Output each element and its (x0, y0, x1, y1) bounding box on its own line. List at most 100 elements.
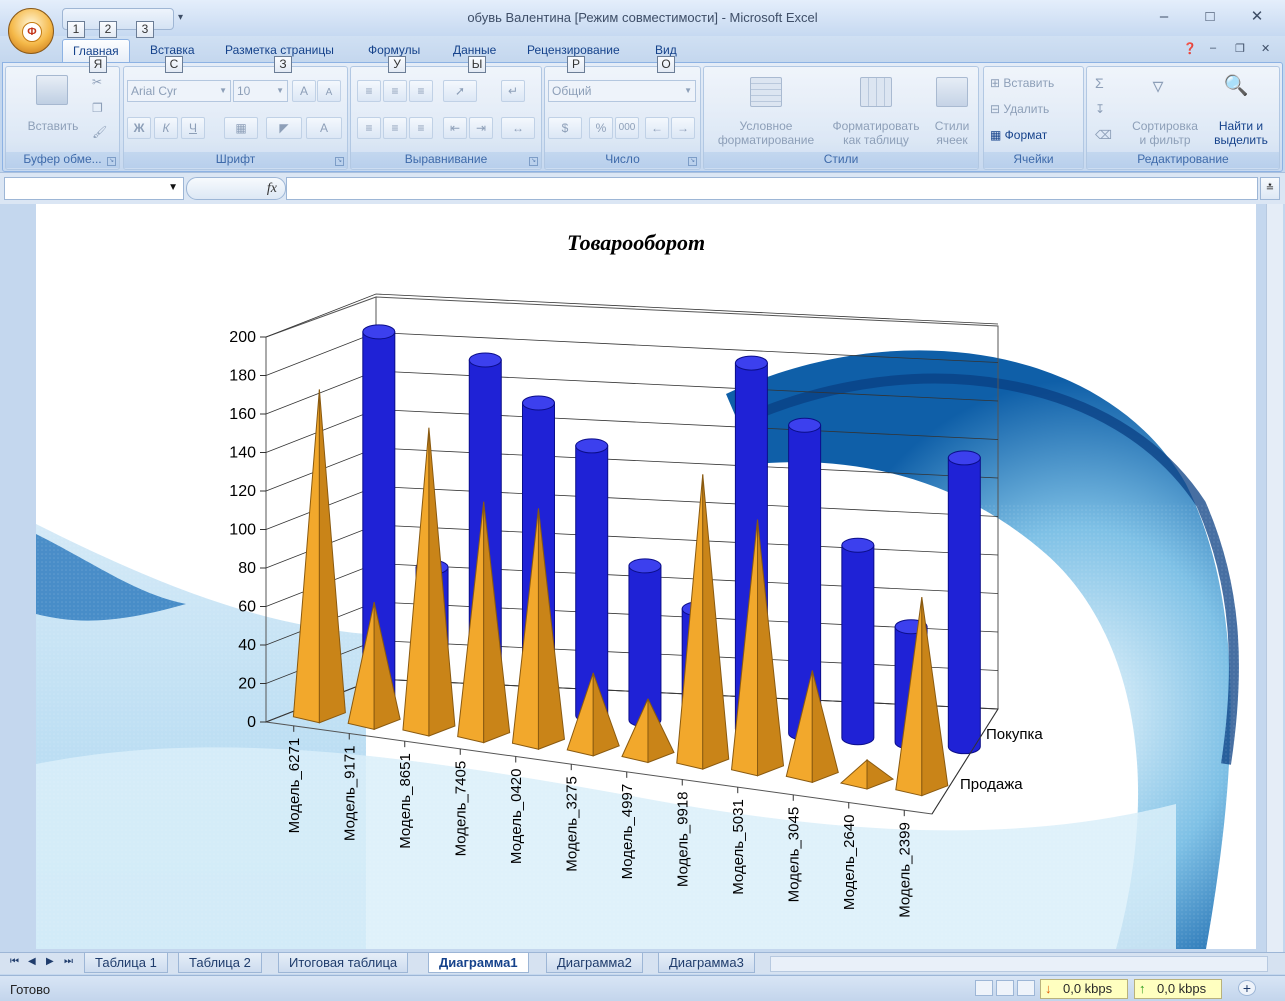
last-sheet-icon[interactable]: ⏭ (64, 956, 73, 967)
normal-view-button[interactable] (975, 980, 993, 996)
page-break-view-button[interactable] (1017, 980, 1035, 996)
cut-icon[interactable]: ✂ (92, 75, 102, 89)
delete-cells-button[interactable]: ⊟ Удалить (990, 102, 1080, 116)
help-icon[interactable]: ❓ (1183, 42, 1197, 55)
doc-close-button[interactable]: ✕ (1261, 42, 1270, 55)
tab-formulas[interactable]: Формулы (368, 43, 420, 57)
vertical-scrollbar[interactable] (1266, 204, 1283, 952)
close-button[interactable]: ✕ (1240, 6, 1274, 28)
grow-font-button[interactable]: A (292, 80, 316, 102)
merge-center-button[interactable]: ↔ (501, 117, 535, 139)
align-right-button[interactable]: ≡ (409, 117, 433, 139)
cell-styles-button[interactable]: Стили ячеек (926, 119, 978, 147)
conditional-formatting-icon (750, 77, 782, 107)
number-format-value: Общий (552, 84, 592, 98)
tab-review[interactable]: Рецензирование (527, 43, 620, 57)
tab-page-layout[interactable]: Разметка страницы (225, 43, 334, 57)
currency-button[interactable]: $ (548, 117, 582, 139)
clipboard-launcher-icon[interactable]: ↘ (107, 157, 116, 166)
borders-button[interactable]: ▦ (224, 117, 258, 139)
number-format-box[interactable]: Общий ▼ (548, 80, 696, 102)
fill-color-button[interactable]: ◤ (266, 117, 302, 139)
decrease-decimal-button[interactable]: → (671, 117, 695, 139)
office-button[interactable]: Ф (8, 8, 54, 54)
series-label-sell: Продажа (960, 776, 1023, 793)
minimize-button[interactable]: – (1147, 6, 1181, 28)
ribbon: Вставить ✂ ❐ 🖌 Буфер обме... ↘ Arial Cyr… (2, 62, 1283, 172)
format-painter-icon[interactable]: 🖌 (92, 125, 107, 139)
number-launcher-icon[interactable]: ↘ (688, 157, 697, 166)
cylinder-top (628, 558, 662, 574)
find-select-button[interactable]: Найти и выделить (1203, 119, 1279, 147)
sheet-tab-table2[interactable]: Таблица 2 (178, 953, 262, 973)
font-size-box[interactable]: 10 ▼ (233, 80, 288, 102)
sheet-tab-chart1[interactable]: Диаграмма1 (428, 953, 529, 973)
tab-view[interactable]: Вид (655, 43, 677, 57)
sheet-tab-chart2[interactable]: Диаграмма2 (546, 953, 643, 973)
align-bottom-button[interactable]: ≡ (409, 80, 433, 102)
format-cells-label: Формат (1004, 128, 1048, 142)
y-tick-label: 160 (229, 406, 256, 423)
fx-icon: fx (266, 181, 277, 196)
increase-indent-button[interactable]: ⇥ (469, 117, 493, 139)
upload-arrow-icon: ↑ (1139, 981, 1146, 996)
expand-formula-bar-button[interactable]: ≛ (1260, 177, 1280, 200)
alignment-launcher-icon[interactable]: ↘ (529, 157, 538, 166)
paste-button[interactable]: Вставить (20, 119, 86, 133)
next-sheet-icon[interactable]: ▶ (46, 956, 54, 967)
group-editing: Σ ↧ ⌫ ▿ Сортировка и фильтр 🔍 Найти и выде… (1086, 66, 1280, 170)
autosum-label: Σ (1095, 75, 1104, 91)
y-tick-label: 20 (238, 676, 256, 693)
sheet-tab-chart3[interactable]: Диаграмма3 (658, 953, 755, 973)
wrap-text-button[interactable]: ↵ (501, 80, 525, 102)
keytip-insert: С (165, 56, 183, 73)
name-box[interactable]: ▼ (4, 177, 184, 200)
underline-button[interactable]: Ч (181, 117, 205, 139)
horizontal-scrollbar[interactable] (770, 956, 1268, 972)
format-as-table-button[interactable]: Форматировать как таблицу (826, 119, 926, 147)
category-label: Модель_7405 (452, 761, 469, 857)
conditional-formatting-button[interactable]: Условное форматирование (706, 119, 826, 147)
maximize-button[interactable]: □ (1193, 6, 1227, 28)
thousands-button[interactable]: 000 (615, 117, 639, 139)
font-color-button[interactable]: A (306, 117, 342, 139)
sort-filter-button[interactable]: Сортировка и фильтр (1125, 119, 1205, 147)
insert-cells-button[interactable]: ⊞ Вставить (990, 76, 1080, 90)
align-center-button[interactable]: ≡ (383, 117, 407, 139)
formula-input[interactable] (286, 177, 1258, 200)
font-name-box[interactable]: Arial Cyr ▼ (127, 80, 231, 102)
shrink-font-button[interactable]: A (317, 80, 341, 102)
doc-minimize-button[interactable]: – (1210, 42, 1216, 54)
keytip-save: 1 (67, 21, 85, 38)
orientation-button[interactable]: ➚ (443, 80, 477, 102)
bold-button[interactable]: Ж (127, 117, 151, 139)
decrease-indent-button[interactable]: ⇤ (443, 117, 467, 139)
insert-function-button[interactable]: fx (186, 177, 286, 200)
align-left-button[interactable]: ≡ (357, 117, 381, 139)
autosum-button[interactable]: Σ (1095, 76, 1104, 90)
page-layout-view-button[interactable] (996, 980, 1014, 996)
zoom-in-button[interactable]: + (1238, 980, 1256, 996)
font-launcher-icon[interactable]: ↘ (335, 157, 344, 166)
sheet-tab-table1[interactable]: Таблица 1 (84, 953, 168, 973)
align-top-button[interactable]: ≡ (357, 80, 381, 102)
increase-decimal-button[interactable]: ← (645, 117, 669, 139)
tab-insert[interactable]: Вставка (150, 43, 195, 57)
clipboard-label: Буфер обме... (6, 152, 119, 168)
clear-icon[interactable]: ⌫ (1095, 128, 1112, 142)
doc-restore-button[interactable]: ❐ (1235, 42, 1245, 55)
chart-area[interactable]: 0 20 40 60 80 100 120 140 160 180 200 Модель_6271 М… (36, 204, 1256, 949)
tab-data[interactable]: Данные (453, 43, 496, 57)
first-sheet-icon[interactable]: ⏮ (10, 956, 19, 967)
percent-button[interactable]: % (589, 117, 613, 139)
format-cells-button[interactable]: ▦ Формат (990, 128, 1080, 142)
percent-label: % (595, 121, 607, 135)
fill-icon[interactable]: ↧ (1095, 102, 1105, 116)
customize-qat-icon[interactable]: ▾ (178, 12, 183, 23)
category-label: Модель_9171 (341, 746, 358, 842)
italic-button[interactable]: К (154, 117, 178, 139)
prev-sheet-icon[interactable]: ◀ (28, 956, 36, 967)
sheet-tab-summary[interactable]: Итоговая таблица (278, 953, 409, 973)
copy-icon[interactable]: ❐ (92, 101, 103, 115)
align-middle-button[interactable]: ≡ (383, 80, 407, 102)
